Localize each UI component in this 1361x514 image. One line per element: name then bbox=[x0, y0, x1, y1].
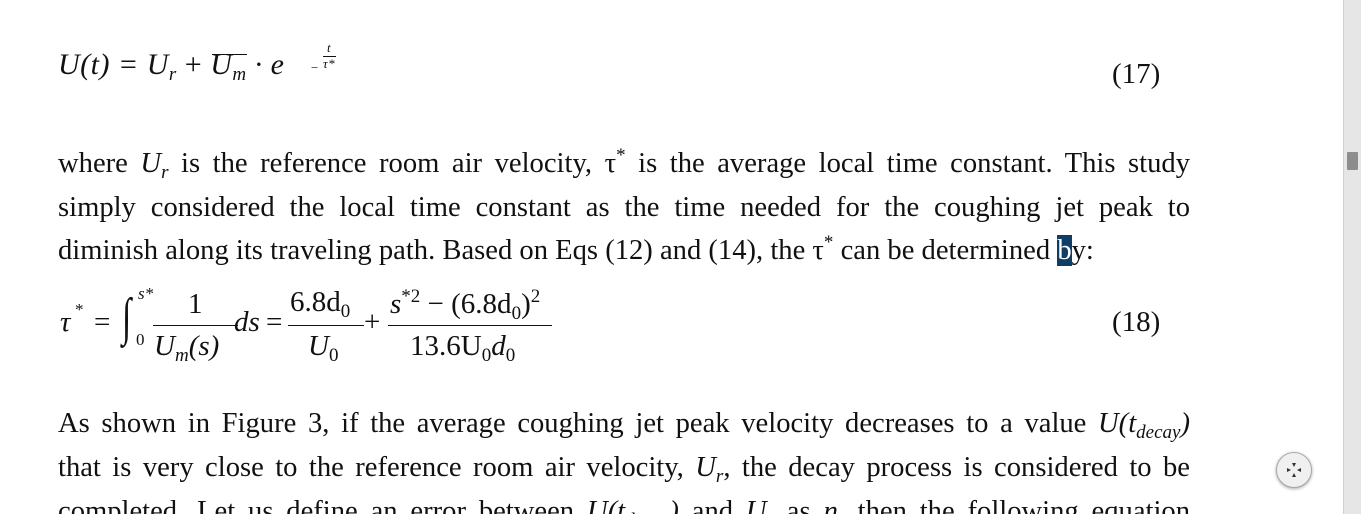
p2-eta: η bbox=[823, 496, 838, 514]
p2-paren: ) bbox=[1180, 408, 1190, 439]
eq18-f3-den: 13.6U0d0 bbox=[410, 330, 515, 367]
p2-sub-decay: decay bbox=[1136, 422, 1181, 443]
eq17-exp-minus: − bbox=[311, 60, 319, 75]
equation-17-number: (17) bbox=[1112, 58, 1161, 90]
p2-text: , then the following equation bbox=[837, 496, 1190, 514]
p1-text: where bbox=[58, 148, 141, 179]
p1-text: is the reference room air velocity, τ bbox=[168, 148, 617, 179]
navigation-button[interactable] bbox=[1276, 452, 1312, 488]
paragraph-2: As shown in Figure 3, if the average cou… bbox=[58, 406, 1190, 514]
eq18-f3-num-c: ) bbox=[521, 288, 531, 320]
scrollbar-thumb[interactable] bbox=[1347, 152, 1358, 170]
eq18-plus: + bbox=[364, 306, 381, 338]
equation-18-number: (18) bbox=[1112, 306, 1161, 338]
eq17-lhs: U(t) = U bbox=[58, 48, 169, 81]
p2-var-u: U bbox=[695, 452, 716, 483]
p1-text: y: bbox=[1071, 235, 1094, 266]
eq18-f1-line bbox=[153, 325, 238, 326]
eq17-exp-num: t bbox=[327, 40, 332, 55]
p2-paren: ) bbox=[669, 496, 679, 514]
p1-star: * bbox=[616, 145, 626, 166]
eq18-f2-line bbox=[288, 325, 364, 326]
paragraph-1: where Ur is the reference room air veloc… bbox=[58, 138, 1190, 268]
p2-text: completed. Let us define an error betwee… bbox=[58, 496, 587, 514]
eq17-um: U bbox=[210, 48, 233, 81]
eq18-f3-line bbox=[388, 325, 552, 326]
document-page: U(t) = Ur + Um · e − t τ* (17) where Ur … bbox=[0, 0, 1343, 514]
paragraph-1-line-2: simply considered the local time constan… bbox=[58, 192, 1190, 223]
vertical-scrollbar[interactable] bbox=[1343, 0, 1361, 514]
eq18-f3-den-d: d bbox=[491, 330, 506, 362]
eq18-f3-num: s*2 − (6.8d0)2 bbox=[390, 286, 540, 325]
eq18-f3-num-sub: 0 bbox=[511, 303, 522, 324]
p1-text: diminish along its traveling path. Based… bbox=[58, 235, 824, 266]
p2-text: As shown in Figure 3, if the average cou… bbox=[58, 408, 1099, 439]
eq18-int-lower: 0 bbox=[136, 330, 145, 349]
eq17-sub-r: r bbox=[168, 64, 177, 85]
eq18-f1-den: Um(s) bbox=[154, 330, 219, 367]
p1-star: * bbox=[823, 232, 834, 253]
eq18-f2-den-u: U bbox=[308, 330, 329, 362]
eq18-f3-num-b: − (6.8d bbox=[420, 288, 512, 320]
paragraph-2-line-2: that is very close to the reference room… bbox=[58, 450, 1190, 494]
p2-text: as bbox=[773, 496, 824, 514]
eq17-plus: + bbox=[176, 48, 211, 81]
equation-17: U(t) = Ur + Um · e − t τ* bbox=[58, 40, 336, 86]
eq18-f2-num-text: 6.8d bbox=[290, 286, 341, 318]
eq18-f1-den-arg: (s) bbox=[188, 330, 220, 362]
p2-sub-r: r bbox=[767, 510, 774, 514]
p2-var-u: U bbox=[745, 496, 767, 514]
eq18-int-upper: s* bbox=[138, 284, 154, 303]
eq18-f1-den-u: U bbox=[154, 330, 175, 362]
p2-text: and bbox=[678, 496, 746, 514]
eq18-f2-den: U0 bbox=[308, 330, 338, 367]
p2-text: , the decay process is considered to be bbox=[723, 452, 1190, 483]
eq18-f3-den-sub2: 0 bbox=[505, 345, 516, 366]
eq18-f2-num-sub: 0 bbox=[340, 301, 351, 322]
p2-var-u: U(t bbox=[1098, 408, 1137, 439]
eq18-f1-den-sub: m bbox=[174, 345, 189, 366]
eq18-f3-den-sub1: 0 bbox=[481, 345, 492, 366]
paragraph-2-line-3: completed. Let us define an error betwee… bbox=[58, 494, 1190, 514]
eq17-dot-e: · e bbox=[246, 48, 285, 81]
eq18-f3-sup: *2 bbox=[401, 286, 421, 307]
p1-text: can be determined bbox=[833, 235, 1058, 266]
eq18-tau: τ bbox=[60, 306, 71, 338]
eq18-integral: ∫ bbox=[122, 289, 132, 346]
eq18-ds: ds bbox=[234, 306, 260, 338]
text-cursor-highlight[interactable]: b bbox=[1057, 235, 1072, 266]
eq18-equals-2: = bbox=[266, 306, 283, 338]
eq18-f3-s: s bbox=[390, 288, 402, 320]
eq17-exp-den: τ* bbox=[323, 56, 336, 71]
eq18-equals-1: = bbox=[94, 306, 111, 338]
document-viewer: U(t) = Ur + Um · e − t τ* (17) where Ur … bbox=[0, 0, 1361, 514]
p1-var-u: U bbox=[140, 148, 162, 179]
eq18-f3-den-text: 13.6U bbox=[410, 330, 482, 362]
p1-text: is the average local time constant. This… bbox=[625, 148, 1190, 179]
eq18-tau-star: * bbox=[75, 300, 84, 319]
paragraph-2-line-1: As shown in Figure 3, if the average cou… bbox=[58, 406, 1190, 450]
p2-text: that is very close to the reference room… bbox=[58, 452, 696, 483]
paragraph-1-line-3: diminish along its traveling path. Based… bbox=[58, 225, 1190, 268]
eq18-f3-num-sq: 2 bbox=[530, 286, 541, 307]
paragraph-1-line-1: where Ur is the reference room air veloc… bbox=[58, 138, 1190, 190]
p2-sub-decay: decay bbox=[625, 510, 669, 514]
equation-18: τ * = ∫ s* 0 1 Um(s) ds = 6.8d0 U0 + s*2… bbox=[58, 282, 578, 372]
eq18-f2-num: 6.8d0 bbox=[290, 286, 350, 323]
eq17-sub-m: m bbox=[232, 64, 247, 85]
eq17-um-bar: Um bbox=[210, 48, 248, 86]
eq18-f2-den-sub: 0 bbox=[328, 345, 339, 366]
eq18-f1-num: 1 bbox=[188, 288, 203, 320]
p2-var-u: U(t bbox=[586, 496, 626, 514]
navigation-arrows-icon bbox=[1287, 463, 1301, 477]
